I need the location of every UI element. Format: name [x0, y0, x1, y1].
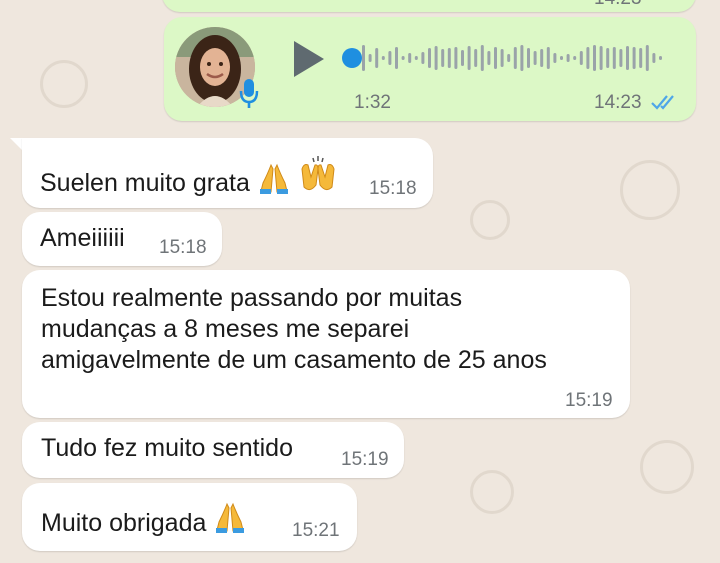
background-doodle	[470, 200, 510, 240]
waveform-bar	[408, 53, 412, 63]
message-text: Tudo fez muito sentido	[41, 434, 293, 462]
message-text: Muito obrigada	[41, 499, 247, 539]
waveform-bar	[533, 51, 537, 65]
waveform-bar	[454, 47, 458, 69]
message-text: Ameiiiiii	[40, 224, 125, 252]
message-time: 15:19	[565, 390, 613, 411]
waveform-bar	[368, 54, 372, 62]
message-line: amigavelmente de um casamento de 25 anos	[41, 346, 547, 374]
waveform-bar	[599, 46, 603, 70]
waveform-bar	[645, 45, 649, 71]
waveform-bar	[546, 47, 550, 69]
waveform-bar	[593, 45, 596, 71]
play-icon	[294, 41, 324, 77]
message-bubble[interactable]: Suelen muito grata 15:18	[22, 138, 433, 208]
waveform-bar	[619, 49, 623, 67]
voice-message-time: 14:23	[594, 92, 642, 113]
message-time: 15:21	[292, 520, 340, 541]
message-time: 15:18	[159, 237, 207, 258]
previous-message-bubble[interactable]: 14:23	[162, 0, 696, 12]
waveform-bar	[401, 56, 405, 60]
waveform-bar	[467, 46, 471, 70]
background-doodle	[470, 470, 514, 514]
waveform-bar	[606, 48, 610, 68]
folded-hands-emoji	[216, 502, 245, 533]
message-bubble[interactable]: Ameiiiiii 15:18	[22, 212, 222, 266]
waveform-bar	[573, 56, 577, 60]
waveform-bar	[434, 46, 438, 70]
background-doodle	[40, 60, 88, 108]
waveform-bar	[527, 48, 530, 68]
microphone-icon	[238, 77, 260, 109]
audio-waveform-slider[interactable]	[340, 33, 676, 83]
waveform-bar	[362, 45, 365, 71]
waveform-bar	[494, 47, 497, 69]
waveform-bar	[414, 56, 418, 60]
waveform-bar	[652, 53, 656, 63]
waveform-bar	[586, 47, 590, 69]
play-button[interactable]	[288, 39, 328, 79]
background-doodle	[620, 160, 680, 220]
message-text: Estou realmente passando por muitas muda…	[41, 283, 547, 376]
waveform-bar	[461, 50, 464, 66]
waveform-bar	[480, 45, 484, 71]
waveform-bar	[421, 52, 425, 64]
waveform-bar	[560, 56, 563, 60]
voice-message-bubble[interactable]: 1:32 14:23	[164, 17, 696, 121]
waveform-bar	[474, 49, 478, 67]
waveform-bar	[659, 56, 662, 60]
waveform-bar	[513, 47, 517, 69]
waveform-bar	[566, 54, 570, 62]
message-time: 15:19	[341, 449, 389, 470]
waveform-bar	[447, 48, 451, 68]
waveform-bar	[626, 46, 629, 70]
message-line: mudanças a 8 meses me separei	[41, 315, 410, 343]
waveform-bar	[540, 49, 544, 67]
waveform-bar	[553, 53, 557, 63]
message-bubble[interactable]: Muito obrigada 15:21	[22, 483, 357, 551]
double-check-read-icon	[651, 95, 674, 110]
waveform-bar	[381, 56, 385, 60]
previous-message-time: 14:23	[594, 0, 642, 10]
message-line: Estou realmente passando por muitas	[41, 284, 463, 312]
waveform-bar	[500, 49, 504, 67]
folded-hands-emoji	[259, 163, 288, 194]
waveform-bar	[520, 45, 524, 71]
waveform-bar	[579, 51, 583, 65]
message-bubble[interactable]: Estou realmente passando por muitas muda…	[22, 270, 630, 418]
message-time: 15:18	[369, 178, 417, 199]
voice-duration: 1:32	[354, 92, 391, 113]
waveform-bar	[507, 54, 511, 62]
playback-progress-knob[interactable]	[342, 48, 362, 68]
waveform-bar	[375, 48, 379, 68]
background-doodle	[640, 440, 694, 494]
waveform-bar	[388, 51, 392, 65]
waveform-bar	[428, 48, 431, 68]
waveform-bar	[441, 49, 445, 67]
waveform-bar	[487, 51, 491, 65]
waveform-bar	[639, 48, 643, 68]
message-bubble[interactable]: Tudo fez muito sentido 15:19	[22, 422, 404, 478]
waveform-bar	[632, 47, 636, 69]
waveform-bar	[612, 47, 616, 69]
waveform-bar	[395, 47, 398, 69]
raising-hands-emoji	[301, 156, 335, 191]
message-text: Suelen muito grata	[40, 155, 338, 199]
